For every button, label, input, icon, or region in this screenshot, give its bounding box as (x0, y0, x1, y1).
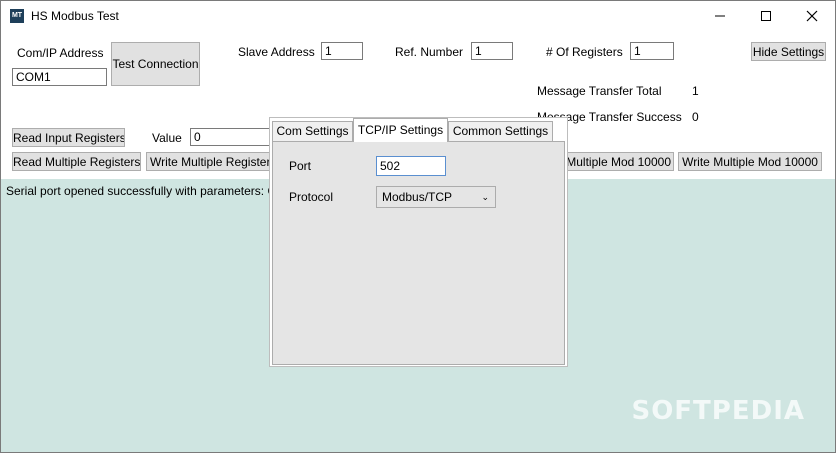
tab-tcpip-settings[interactable]: TCP/IP Settings (353, 118, 448, 142)
app-window: MT HS Modbus Test Com/IP Address COM1 Te… (0, 0, 836, 453)
read-multiple-registers-button[interactable]: Read Multiple Registers (12, 152, 141, 171)
minimize-button[interactable] (697, 1, 743, 31)
settings-panel: Com Settings TCP/IP Settings Common Sett… (269, 117, 568, 367)
write-multiple-mod-button[interactable]: Write Multiple Mod 10000 (678, 152, 822, 171)
transfer-success-value: 0 (692, 110, 699, 124)
read-input-registers-button[interactable]: Read Input Registers (12, 128, 125, 147)
write-multiple-registers-button[interactable]: Write Multiple Registers (146, 152, 272, 171)
protocol-select-value: Modbus/TCP (382, 190, 453, 204)
num-registers-label: # Of Registers (546, 45, 623, 59)
app-icon: MT (10, 9, 24, 23)
com-ip-label: Com/IP Address (17, 46, 104, 60)
title-bar[interactable]: MT HS Modbus Test (1, 1, 835, 31)
protocol-label: Protocol (289, 190, 334, 204)
port-label: Port (289, 159, 312, 173)
ref-number-label: Ref. Number (395, 45, 464, 59)
window-title: HS Modbus Test (31, 9, 119, 23)
hide-settings-button[interactable]: Hide Settings (751, 42, 826, 61)
slave-address-label: Slave Address (238, 45, 315, 59)
transfer-total-label: Message Transfer Total (537, 84, 662, 98)
maximize-button[interactable] (743, 1, 789, 31)
ref-number-input[interactable]: 1 (471, 42, 513, 60)
value-label: Value (152, 131, 182, 145)
tab-com-settings[interactable]: Com Settings (272, 121, 353, 141)
chevron-down-icon: ⌄ (481, 192, 489, 202)
protocol-select[interactable]: Modbus/TCP ⌄ (376, 186, 496, 208)
output-line: Serial port opened successfully with par… (6, 184, 277, 198)
close-button[interactable] (789, 1, 835, 31)
test-connection-button[interactable]: Test Connection (111, 42, 200, 86)
num-registers-input[interactable]: 1 (630, 42, 674, 60)
minimize-icon (715, 15, 725, 17)
watermark: SOFTPEDIA (631, 396, 805, 426)
slave-address-input[interactable]: 1 (321, 42, 363, 60)
com-ip-input[interactable]: COM1 (12, 68, 107, 86)
multiple-mod-button[interactable]: Multiple Mod 10000 (557, 152, 674, 171)
tab-common-settings[interactable]: Common Settings (448, 121, 553, 141)
close-icon (806, 10, 818, 22)
port-input[interactable]: 502 (376, 156, 446, 176)
transfer-total-value: 1 (692, 84, 699, 98)
value-input[interactable]: 0 (190, 128, 272, 146)
tcpip-settings-content: Port 502 Protocol Modbus/TCP ⌄ (272, 141, 565, 365)
maximize-icon (761, 11, 771, 21)
